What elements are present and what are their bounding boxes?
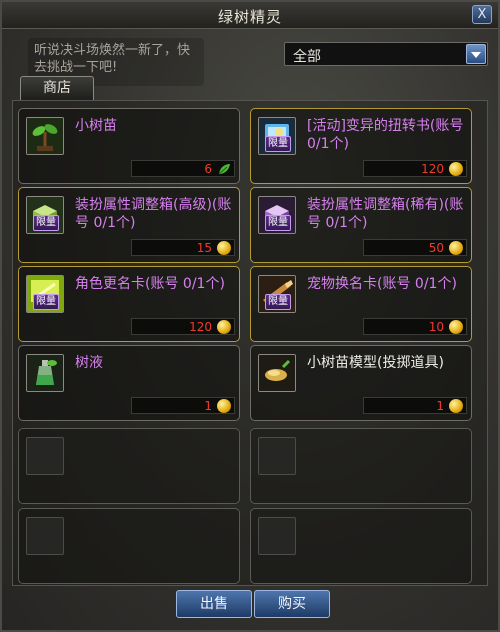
chevron-down-icon[interactable] — [466, 44, 486, 64]
category-dropdown-value: 全部 — [293, 49, 321, 65]
price-field: 120 — [131, 318, 235, 335]
item-grid: 小树苗 6 限量 [活动]变异的扭转书(账号 0/1个) 120 限量 装扮属性… — [12, 100, 488, 586]
price-field: 120 — [363, 160, 467, 177]
item-price: 50 — [428, 241, 444, 255]
shop-item[interactable]: 限量 [活动]变异的扭转书(账号 0/1个) 120 — [250, 108, 472, 184]
sap-bottle-icon — [26, 354, 64, 392]
price-field: 6 — [131, 160, 235, 177]
empty-slot — [18, 428, 240, 504]
shop-item[interactable]: 限量 角色更名卡(账号 0/1个) 120 — [18, 266, 240, 342]
item-name: 树液 — [75, 355, 103, 371]
item-price: 120 — [421, 162, 444, 176]
shop-item[interactable]: 限量 装扮属性调整箱(高级)(账号 0/1个) 15 — [18, 187, 240, 263]
item-name: [活动]变异的扭转书(账号 0/1个) — [307, 118, 464, 152]
item-price: 120 — [189, 320, 212, 334]
empty-icon-slot — [258, 437, 296, 475]
item-price: 6 — [204, 162, 212, 176]
empty-icon-slot — [26, 437, 64, 475]
empty-slot — [18, 508, 240, 584]
item-name: 装扮属性调整箱(高级)(账号 0/1个) — [75, 197, 232, 231]
shop-item[interactable]: 树液 1 — [18, 345, 240, 421]
limited-badge: 限量 — [265, 136, 291, 152]
green-box-icon: 限量 — [26, 196, 64, 234]
price-field: 1 — [131, 397, 235, 414]
item-price: 10 — [428, 320, 444, 334]
gold-coin-icon — [217, 399, 231, 413]
price-field: 50 — [363, 239, 467, 256]
book-icon: 限量 — [258, 117, 296, 155]
buy-button[interactable]: 购买 — [254, 590, 330, 618]
item-name: 宠物换名卡(账号 0/1个) — [307, 276, 457, 292]
item-name: 角色更名卡(账号 0/1个) — [75, 276, 225, 292]
title-bar[interactable]: 绿树精灵 X — [2, 2, 498, 29]
item-name: 小树苗 — [75, 118, 117, 134]
category-dropdown[interactable]: 全部 — [284, 42, 488, 66]
empty-icon-slot — [258, 517, 296, 555]
limited-badge: 限量 — [33, 215, 59, 231]
rename-card-icon: 限量 — [26, 275, 64, 313]
tab-shop[interactable]: 商店 — [20, 76, 94, 100]
item-price: 1 — [436, 399, 444, 413]
leaf-currency-icon — [218, 164, 230, 175]
gold-coin-icon — [217, 241, 231, 255]
price-field: 15 — [131, 239, 235, 256]
shop-item[interactable]: 小树苗模型(投掷道具) 1 — [250, 345, 472, 421]
action-bar: 出售 购买 — [2, 590, 500, 622]
limited-badge: 限量 — [33, 294, 59, 310]
limited-badge: 限量 — [265, 215, 291, 231]
shop-window: 绿树精灵 X 听说决斗场焕然一新了，快去挑战一下吧! 全部 商店 小树苗 6 限… — [0, 0, 500, 632]
shop-item[interactable]: 限量 宠物换名卡(账号 0/1个) 10 — [250, 266, 472, 342]
sell-button[interactable]: 出售 — [176, 590, 252, 618]
sapling-model-icon — [258, 354, 296, 392]
item-name: 小树苗模型(投掷道具) — [307, 355, 444, 371]
pet-card-icon: 限量 — [258, 275, 296, 313]
gold-coin-icon — [449, 399, 463, 413]
empty-slot — [250, 508, 472, 584]
limited-badge: 限量 — [265, 294, 291, 310]
item-price: 15 — [196, 241, 212, 255]
gold-coin-icon — [449, 162, 463, 176]
empty-icon-slot — [26, 517, 64, 555]
price-field: 10 — [363, 318, 467, 335]
gold-coin-icon — [449, 320, 463, 334]
gold-coin-icon — [217, 320, 231, 334]
window-title: 绿树精灵 — [217, 8, 282, 26]
purple-box-icon: 限量 — [258, 196, 296, 234]
gold-coin-icon — [449, 241, 463, 255]
shop-item[interactable]: 小树苗 6 — [18, 108, 240, 184]
close-button[interactable]: X — [472, 5, 492, 24]
price-field: 1 — [363, 397, 467, 414]
sapling-icon — [26, 117, 64, 155]
shop-item[interactable]: 限量 装扮属性调整箱(稀有)(账号 0/1个) 50 — [250, 187, 472, 263]
empty-slot — [250, 428, 472, 504]
item-price: 1 — [204, 399, 212, 413]
item-name: 装扮属性调整箱(稀有)(账号 0/1个) — [307, 197, 464, 231]
